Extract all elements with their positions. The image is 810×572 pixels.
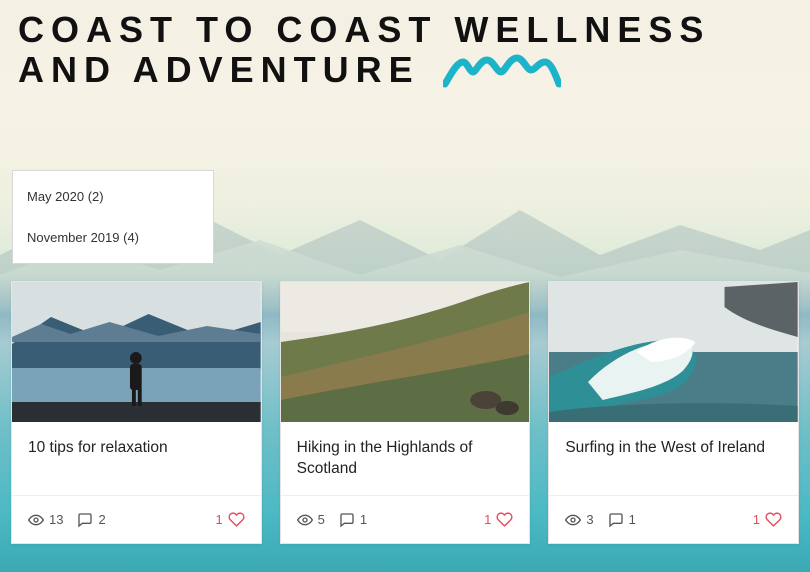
comments-stat[interactable]: 2: [77, 512, 105, 528]
comments-stat[interactable]: 1: [339, 512, 367, 528]
eye-icon: [297, 512, 313, 528]
heart-icon: [496, 511, 513, 528]
post-body: Hiking in the Highlands of Scotland: [281, 422, 530, 495]
likes-stat[interactable]: 1: [753, 511, 782, 528]
eye-icon: [28, 512, 44, 528]
post-title: Surfing in the West of Ireland: [565, 438, 782, 459]
comments-count: 1: [629, 512, 636, 527]
views-stat[interactable]: 13: [28, 512, 63, 528]
likes-stat[interactable]: 1: [484, 511, 513, 528]
site-title-text: Coast to Coast Wellness and Adventure: [18, 9, 710, 90]
post-title: 10 tips for relaxation: [28, 438, 245, 459]
likes-count: 1: [484, 512, 491, 527]
comments-count: 2: [98, 512, 105, 527]
post-footer: 3 1 1: [549, 495, 798, 543]
likes-count: 1: [215, 512, 222, 527]
likes-stat[interactable]: 1: [215, 511, 244, 528]
views-count: 3: [586, 512, 593, 527]
post-card[interactable]: Surfing in the West of Ireland 3 1 1: [548, 281, 799, 544]
views-count: 13: [49, 512, 63, 527]
post-title: Hiking in the Highlands of Scotland: [297, 438, 514, 480]
eye-icon: [565, 512, 581, 528]
likes-count: 1: [753, 512, 760, 527]
post-card[interactable]: Hiking in the Highlands of Scotland 5 1 …: [280, 281, 531, 544]
heart-icon: [228, 511, 245, 528]
archive-widget: May 2020 (2) November 2019 (4): [12, 170, 214, 264]
views-stat[interactable]: 5: [297, 512, 325, 528]
archive-item-november-2019[interactable]: November 2019 (4): [27, 226, 201, 249]
views-stat[interactable]: 3: [565, 512, 593, 528]
post-body: 10 tips for relaxation: [12, 422, 261, 495]
post-image: [549, 282, 798, 422]
post-body: Surfing in the West of Ireland: [549, 422, 798, 495]
post-image: [281, 282, 530, 422]
comment-icon: [339, 512, 355, 528]
comment-icon: [77, 512, 93, 528]
views-count: 5: [318, 512, 325, 527]
heart-icon: [765, 511, 782, 528]
post-card-list: 10 tips for relaxation 13 2 1: [11, 281, 799, 544]
post-footer: 13 2 1: [12, 495, 261, 543]
site-title: Coast to Coast Wellness and Adventure: [18, 10, 790, 97]
archive-item-label: May 2020 (2): [27, 189, 104, 204]
comments-count: 1: [360, 512, 367, 527]
archive-item-may-2020[interactable]: May 2020 (2): [27, 185, 201, 208]
comments-stat[interactable]: 1: [608, 512, 636, 528]
archive-item-label: November 2019 (4): [27, 230, 139, 245]
post-card[interactable]: 10 tips for relaxation 13 2 1: [11, 281, 262, 544]
mountain-logo-icon: [443, 54, 561, 96]
comment-icon: [608, 512, 624, 528]
post-image: [12, 282, 261, 422]
post-footer: 5 1 1: [281, 495, 530, 543]
